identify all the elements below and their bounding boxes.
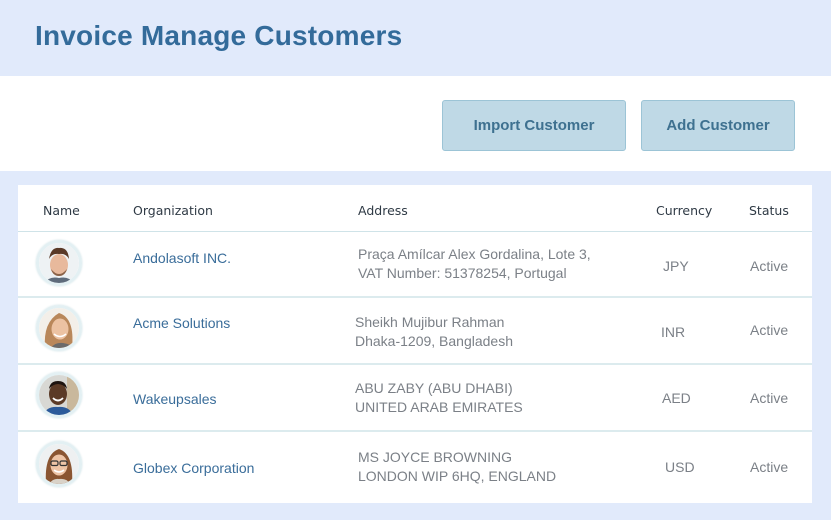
table-row[interactable]: Wakeupsales ABU ZABY (ABU DHABI) UNITED …	[18, 365, 812, 432]
avatar	[36, 441, 82, 487]
column-header-name[interactable]: Name	[43, 203, 80, 218]
toolbar: Import Customer Add Customer	[0, 76, 831, 171]
add-customer-button[interactable]: Add Customer	[641, 100, 795, 151]
table-row[interactable]: Globex Corporation MS JOYCE BROWNING LON…	[18, 432, 812, 503]
page-header: Invoice Manage Customers	[0, 0, 831, 76]
address: MS JOYCE BROWNING LONDON WIP 6HQ, ENGLAN…	[358, 449, 557, 484]
table-row[interactable]: Andolasoft INC. Praça Amílcar Alex Gorda…	[18, 232, 812, 298]
page-title: Invoice Manage Customers	[35, 20, 403, 51]
avatar	[36, 305, 82, 351]
currency: USD	[665, 459, 695, 475]
currency: JPY	[663, 258, 689, 274]
column-header-organization[interactable]: Organization	[133, 203, 213, 218]
organization-link[interactable]: Andolasoft INC.	[133, 250, 231, 266]
organization-link[interactable]: Wakeupsales	[133, 391, 217, 407]
column-header-currency[interactable]: Currency	[656, 203, 712, 218]
address: Praça Amílcar Alex Gordalina, Lote 3, VA…	[358, 246, 591, 281]
organization-link[interactable]: Acme Solutions	[133, 315, 230, 331]
status: Active	[750, 258, 789, 274]
table-row[interactable]: Acme Solutions Sheikh Mujibur Rahman Dha…	[18, 298, 812, 365]
import-customer-button[interactable]: Import Customer	[442, 100, 626, 151]
status: Active	[750, 322, 789, 338]
column-header-address[interactable]: Address	[358, 203, 408, 218]
currency: INR	[661, 324, 686, 340]
avatar-woman-blonde-icon	[39, 308, 79, 348]
status: Active	[750, 390, 789, 406]
status: Active	[750, 459, 789, 475]
avatar	[36, 240, 82, 286]
table-header: Name Organization Address Currency Statu…	[18, 185, 812, 232]
avatar-man-beard-icon	[39, 243, 79, 283]
avatar-woman-glasses-icon	[39, 444, 79, 484]
avatar-man-smiling-icon	[39, 375, 79, 415]
organization-link[interactable]: Globex Corporation	[133, 460, 254, 476]
currency: AED	[662, 390, 691, 406]
address: ABU ZABY (ABU DHABI) UNITED ARAB EMIRATE…	[355, 380, 523, 415]
address: Sheikh Mujibur Rahman Dhaka-1209, Bangla…	[355, 314, 514, 349]
column-header-status[interactable]: Status	[749, 203, 789, 218]
avatar	[36, 372, 82, 418]
customers-table: Name Organization Address Currency Statu…	[18, 185, 812, 503]
